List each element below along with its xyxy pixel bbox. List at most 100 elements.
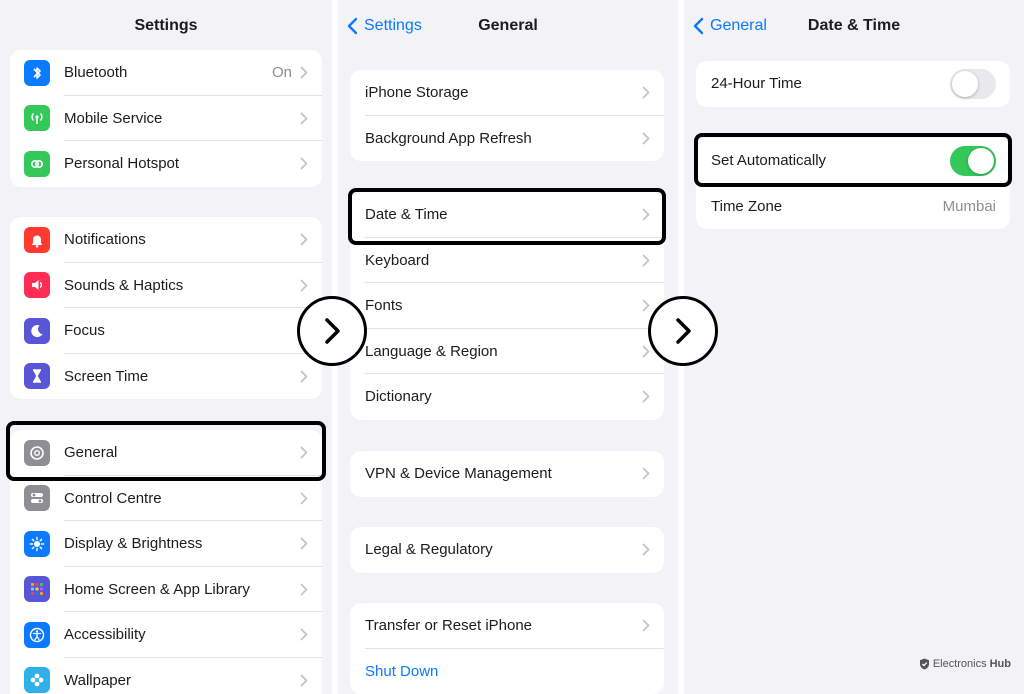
datetime-panel: General Date & Time 24-Hour Time Set Aut… — [684, 0, 1024, 694]
app-grid-icon-tile — [24, 576, 50, 603]
settings-row-notifications[interactable]: Notifications — [10, 217, 322, 263]
settings-row-general[interactable]: General — [10, 430, 322, 476]
bluetooth-icon — [33, 66, 41, 79]
chevron-right-icon — [642, 208, 650, 221]
row-time-zone[interactable]: Time Zone Mumbai — [696, 184, 1010, 230]
shield-logo-icon — [919, 658, 929, 670]
row-label: Language & Region — [365, 342, 498, 360]
settings-row-screen-time[interactable]: Screen Time — [10, 354, 322, 400]
watermark-text-1: Electronics — [932, 658, 987, 670]
row-label: Personal Hotspot — [64, 155, 180, 173]
settings-row-bluetooth[interactable]: Bluetooth On — [10, 50, 322, 96]
row-label: Wallpaper — [64, 671, 131, 689]
chevron-right-icon — [300, 112, 308, 125]
general-row-dictionary[interactable]: Dictionary — [350, 374, 664, 420]
row-label: iPhone Storage — [365, 84, 469, 102]
general-row-fonts[interactable]: Fonts — [350, 283, 664, 329]
settings-row-mobile-service[interactable]: Mobile Service — [10, 96, 322, 141]
settings-group-notifications: Notifications Sounds & Haptics Focus Screen… — [10, 217, 322, 399]
24-hour-time-toggle[interactable] — [950, 68, 996, 99]
general-row-shut-down[interactable]: Shut Down — [350, 649, 664, 694]
row-label: 24-Hour Time — [711, 75, 802, 93]
general-row-vpn-and-device-management[interactable]: VPN & Device Management — [350, 451, 664, 497]
flower-icon — [30, 673, 44, 687]
row-label: General — [64, 444, 118, 462]
antenna-icon — [31, 113, 43, 125]
bell-icon-tile — [24, 226, 50, 253]
settings-row-sounds-and-haptics[interactable]: Sounds & Haptics — [10, 263, 322, 308]
settings-row-wallpaper[interactable]: Wallpaper — [10, 658, 322, 694]
row-label: Time Zone — [711, 197, 783, 215]
flower-icon-tile — [24, 667, 50, 694]
watermark: Electronics Hub — [919, 658, 1011, 670]
row-label: Accessibility — [64, 626, 146, 644]
settings-panel: Settings Bluetooth On Mobile Service Person… — [0, 0, 332, 694]
hourglass-icon-tile — [24, 363, 50, 390]
row-label: Sounds & Haptics — [64, 276, 184, 294]
chevron-right-icon — [325, 318, 340, 344]
general-group-datetime: Date & Time Keyboard Fonts Language & Regio… — [350, 192, 664, 420]
page-title: Settings — [134, 17, 198, 34]
row-label: Focus — [64, 322, 105, 340]
row-label: Shut Down — [365, 662, 439, 680]
time-zone-value: Mumbai — [942, 197, 996, 215]
general-row-transfer-or-reset-iphone[interactable]: Transfer or Reset iPhone — [350, 603, 664, 649]
chevron-right-icon — [642, 345, 650, 358]
settings-row-personal-hotspot[interactable]: Personal Hotspot — [10, 141, 322, 187]
bluetooth-icon-tile — [24, 59, 50, 86]
settings-row-control-centre[interactable]: Control Centre — [10, 476, 322, 521]
row-label: Screen Time — [64, 367, 149, 385]
next-step-arrow — [648, 296, 718, 366]
chevron-right-icon — [642, 132, 650, 145]
app-grid-icon — [31, 583, 43, 596]
chevron-right-icon — [300, 370, 308, 383]
settings-group-general: General Control Centre Display & Brightnes… — [10, 430, 322, 694]
chevron-right-icon — [300, 157, 308, 170]
general-row-language-and-region[interactable]: Language & Region — [350, 329, 664, 374]
hotspot-icon — [30, 159, 44, 168]
moon-icon-tile — [24, 317, 50, 344]
row-set-automatically: Set Automatically — [696, 138, 1010, 184]
speaker-icon — [32, 280, 43, 291]
datetime-group-24hour: 24-Hour Time — [696, 61, 1010, 107]
accessibility-icon-tile — [24, 621, 50, 648]
chevron-right-icon — [300, 446, 308, 459]
settings-row-display-and-brightness[interactable]: Display & Brightness — [10, 521, 322, 567]
row-label: Background App Refresh — [365, 129, 532, 147]
general-row-background-app-refresh[interactable]: Background App Refresh — [350, 116, 664, 162]
settings-row-accessibility[interactable]: Accessibility — [10, 612, 322, 658]
chevron-right-icon — [300, 674, 308, 687]
chevron-right-icon — [300, 537, 308, 550]
settings-row-home-screen-and-app-library[interactable]: Home Screen & App Library — [10, 567, 322, 612]
general-group-vpn: VPN & Device Management — [350, 451, 664, 497]
settings-group-connectivity: Bluetooth On Mobile Service Personal Hotspo… — [10, 50, 322, 187]
settings-row-focus[interactable]: Focus — [10, 308, 322, 354]
chevron-right-icon — [642, 299, 650, 312]
general-navbar: Settings General — [338, 0, 678, 50]
moon-icon — [31, 324, 43, 337]
general-row-iphone-storage[interactable]: iPhone Storage — [350, 70, 664, 116]
chevron-right-icon — [300, 492, 308, 505]
chevron-right-icon — [300, 66, 308, 79]
row-label: Home Screen & App Library — [64, 580, 250, 598]
gear-icon-tile — [24, 439, 50, 466]
general-row-legal-and-regulatory[interactable]: Legal & Regulatory — [350, 527, 664, 573]
general-panel: Settings General iPhone Storage Backgroun… — [338, 0, 678, 694]
sun-icon — [29, 536, 45, 551]
row-24-hour-time: 24-Hour Time — [696, 61, 1010, 107]
antenna-icon-tile — [24, 105, 50, 132]
chevron-right-icon — [642, 86, 650, 99]
row-label: Control Centre — [64, 489, 162, 507]
chevron-right-icon — [642, 619, 650, 632]
row-label: Transfer or Reset iPhone — [365, 617, 533, 635]
toggles-icon-tile — [24, 485, 50, 512]
gear-icon — [30, 445, 44, 460]
row-label: Dictionary — [365, 388, 432, 406]
set-automatically-toggle[interactable] — [950, 145, 996, 176]
general-row-date-and-time[interactable]: Date & Time — [350, 192, 664, 238]
general-row-keyboard[interactable]: Keyboard — [350, 238, 664, 283]
next-step-arrow — [297, 296, 367, 366]
chevron-right-icon — [642, 390, 650, 403]
toggle-knob — [952, 70, 978, 97]
chevron-right-icon — [300, 583, 308, 596]
